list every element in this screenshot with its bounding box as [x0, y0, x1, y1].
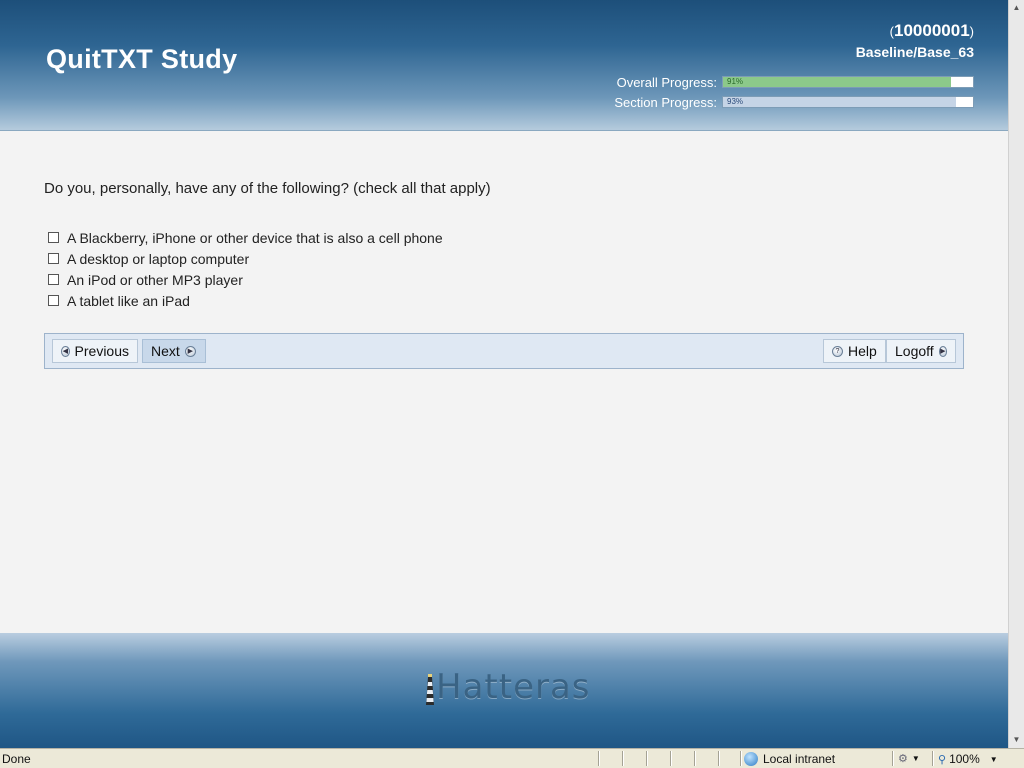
status-pane — [932, 751, 934, 766]
overall-progress-bar: 91% — [722, 76, 974, 88]
option-checkbox[interactable] — [48, 232, 59, 243]
status-text: Done — [2, 752, 31, 766]
option-computer: A desktop or laptop computer — [48, 248, 443, 269]
page-header: QuitTXT Study (10000001) Baseline/Base_6… — [0, 0, 1008, 131]
overall-progress-fill — [723, 77, 951, 87]
next-label: Next — [151, 343, 180, 359]
scroll-up-icon[interactable]: ▲ — [1009, 0, 1024, 16]
status-bar: Done Local intranet ⚙ ▼ ⚲ 100% ▼ — [0, 748, 1024, 768]
status-pane — [670, 751, 672, 766]
answer-options: A Blackberry, iPhone or other device tha… — [48, 227, 443, 311]
help-button[interactable]: ? Help — [823, 339, 886, 363]
zoom-level: 100% — [949, 752, 980, 766]
overall-progress: Overall Progress: 91% — [617, 74, 974, 90]
option-label[interactable]: A desktop or laptop computer — [67, 251, 249, 267]
chevron-down-icon: ▼ — [989, 754, 998, 764]
previous-button[interactable]: ◀ Previous — [52, 339, 138, 363]
overall-progress-label: Overall Progress: — [616, 74, 717, 90]
logoff-label: Logoff — [895, 343, 934, 359]
participant-id-value: 10000001 — [894, 21, 970, 40]
intranet-globe-icon — [744, 752, 758, 766]
forward-icon: ▶ — [938, 345, 947, 357]
option-checkbox[interactable] — [48, 274, 59, 285]
option-mp3-player: An iPod or other MP3 player — [48, 269, 443, 290]
logo-text: Hatteras — [436, 667, 591, 707]
navigation-bar: ◀ Previous Next ▶ ? Help Logoff ▶ — [44, 333, 964, 369]
option-checkbox[interactable] — [48, 253, 59, 264]
status-pane — [646, 751, 648, 766]
section-progress-fill — [723, 97, 956, 107]
option-smartphone: A Blackberry, iPhone or other device tha… — [48, 227, 443, 248]
hatteras-logo: Hatteras — [424, 667, 591, 707]
help-label: Help — [848, 343, 877, 359]
overall-progress-percent: 91% — [727, 77, 744, 86]
question-text: Do you, personally, have any of the foll… — [44, 180, 491, 197]
logoff-button[interactable]: Logoff ▶ — [886, 339, 956, 363]
chevron-down-icon: ▼ — [911, 754, 920, 763]
status-pane — [892, 751, 894, 766]
help-icon: ? — [832, 345, 843, 357]
lighthouse-icon — [426, 674, 434, 705]
option-label[interactable]: A Blackberry, iPhone or other device tha… — [67, 230, 443, 246]
section-progress-bar: 93% — [722, 96, 974, 108]
section-progress-label: Section Progress: — [614, 94, 717, 110]
option-label[interactable]: A tablet like an iPad — [67, 293, 190, 309]
zoom-icon: ⚲ — [938, 753, 947, 766]
section-progress: Section Progress: 93% — [614, 94, 974, 110]
security-zone[interactable]: Local intranet — [744, 752, 835, 766]
participant-id: (10000001) — [889, 21, 974, 40]
scroll-down-icon[interactable]: ▼ — [1009, 732, 1024, 748]
option-tablet: A tablet like an iPad — [48, 290, 443, 311]
page-footer: Hatteras — [0, 633, 1008, 748]
section-progress-percent: 93% — [727, 97, 744, 106]
zone-label: Local intranet — [763, 752, 836, 766]
lock-icon: ⚙ — [898, 753, 908, 765]
previous-label: Previous — [74, 343, 129, 359]
zoom-control[interactable]: ⚲ 100% ▼ — [938, 752, 998, 766]
survey-location: Baseline/Base_63 — [855, 44, 974, 60]
forward-icon: ▶ — [184, 345, 196, 357]
protected-mode[interactable]: ⚙ ▼ — [898, 752, 920, 765]
status-pane — [622, 751, 624, 766]
option-label[interactable]: An iPod or other MP3 player — [67, 272, 243, 288]
option-checkbox[interactable] — [48, 295, 59, 306]
rewind-icon: ◀ — [61, 345, 70, 357]
status-pane — [694, 751, 696, 766]
next-button[interactable]: Next ▶ — [142, 339, 206, 363]
app-title: QuitTXT Study — [46, 44, 238, 74]
status-pane — [740, 751, 742, 766]
vertical-scrollbar[interactable]: ▲ ▼ — [1008, 0, 1024, 748]
status-pane — [718, 751, 720, 766]
status-pane — [598, 751, 600, 766]
